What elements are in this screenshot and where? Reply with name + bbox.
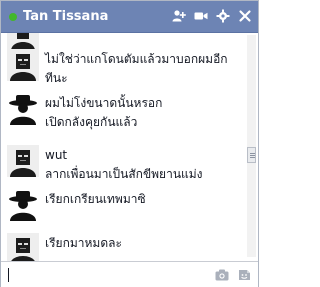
message-scrollbar[interactable] — [247, 35, 256, 257]
message-item: ไม่ใช่ว่าแกโดนตัมแล้วมาบอกผมอีก ทีนะ — [7, 49, 243, 88]
text-caret — [8, 268, 9, 282]
message-list[interactable]: ไม่ใช่ว่าแกโดนตัมแล้วมาบอกผมอีก ทีนะ ผมไ… — [1, 33, 258, 261]
chat-titlebar[interactable]: Tan Tissana — [1, 1, 258, 33]
message-text: เรียกมาหมดละ — [45, 233, 122, 253]
hat-avatar — [7, 189, 39, 221]
message-line: เรียกเกรียนเทพมาซิ — [45, 192, 146, 206]
message-text: ไม่ใช่ว่าแกโดนตัมแล้วมาบอกผมอีก ทีนะ — [45, 49, 228, 88]
add-friend-icon[interactable] — [172, 9, 186, 23]
scroll-grip — [250, 155, 255, 156]
chat-title[interactable]: Tan Tissana — [23, 9, 108, 24]
message-composer — [1, 261, 258, 287]
message-line: เปิดกลังคุยกันแล้ว — [45, 115, 138, 129]
chat-window: Tan Tissana ไม่ใช่ว่าแกโดนตัมแล้วมาบอกผม… — [0, 0, 259, 287]
message-line: wut — [45, 148, 68, 162]
close-icon[interactable] — [238, 9, 252, 23]
online-status-icon — [9, 12, 17, 21]
hat-avatar — [7, 93, 39, 125]
dark-avatar — [7, 49, 39, 81]
message-line: ไม่ใช่ว่าแกโดนตัมแล้วมาบอกผมอีก — [45, 52, 228, 66]
message-line: ผมไม่โง่ขนาดนั้นหรอก — [45, 96, 163, 110]
camera-icon[interactable] — [215, 269, 229, 281]
video-call-icon[interactable] — [194, 9, 208, 23]
titlebar-actions — [172, 9, 252, 23]
message-item: wut ลากเพื่อนมาเป็นสักขีพยานแม่ง — [7, 145, 243, 184]
sticker-icon[interactable] — [237, 269, 251, 281]
dark-avatar — [7, 233, 39, 261]
scroll-grip — [250, 153, 255, 154]
settings-icon[interactable] — [216, 9, 230, 23]
message-item: ผมไม่โง่ขนาดนั้นหรอก เปิดกลังคุยกันแล้ว — [7, 93, 243, 132]
message-text: เรียกเกรียนเทพมาซิ — [45, 189, 146, 209]
dark-avatar — [7, 145, 39, 177]
message-text: wut ลากเพื่อนมาเป็นสักขีพยานแม่ง — [45, 145, 203, 184]
message-item: เรียกเกรียนเทพมาซิ — [7, 189, 243, 221]
message-line: ทีนะ — [45, 71, 68, 85]
scrollbar-thumb[interactable] — [247, 147, 256, 163]
message-line: เรียกมาหมดละ — [45, 236, 122, 250]
message-line: ลากเพื่อนมาเป็นสักขีพยานแม่ง — [45, 167, 203, 181]
message-input[interactable] — [11, 265, 205, 287]
message-text: ผมไม่โง่ขนาดนั้นหรอก เปิดกลังคุยกันแล้ว — [45, 93, 162, 132]
scroll-grip — [250, 157, 255, 158]
message-item: เรียกมาหมดละ — [7, 233, 243, 261]
